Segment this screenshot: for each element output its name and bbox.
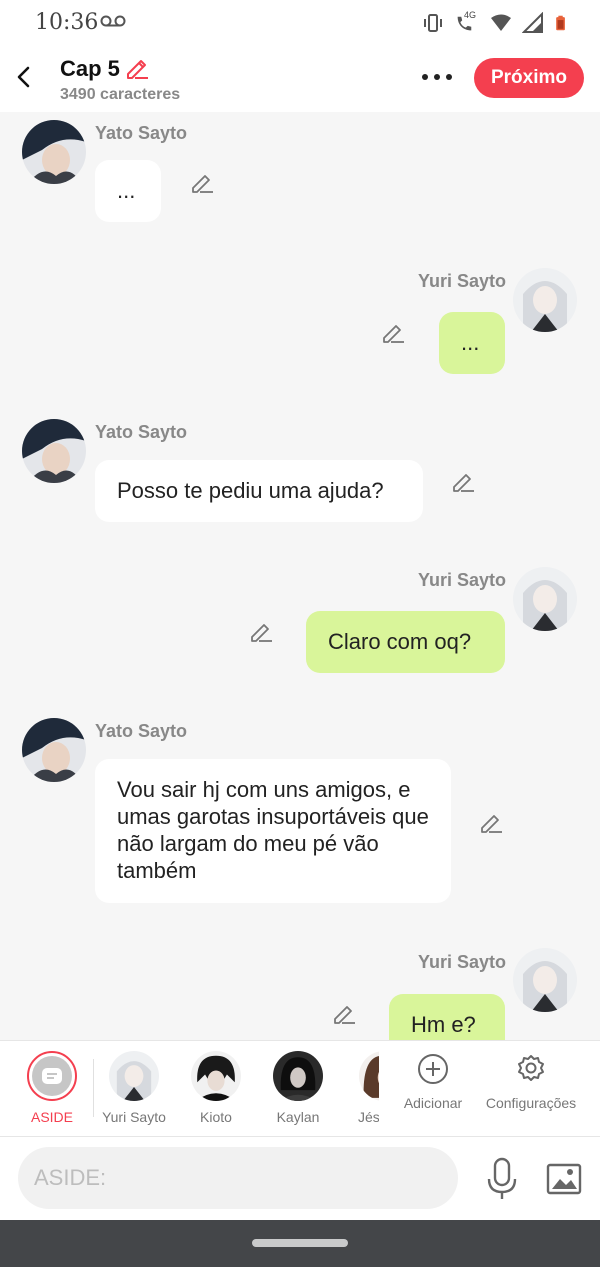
status-time: 10:36 — [35, 10, 99, 35]
edit-message-pencil-icon[interactable] — [189, 170, 215, 196]
character-yuri-sayto[interactable]: Yuri Sayto — [93, 1051, 175, 1125]
gear-icon — [518, 1055, 544, 1081]
status-bar: 10:36 4G — [0, 0, 600, 46]
character-label: Jés — [358, 1109, 379, 1125]
character-label: Yuri Sayto — [102, 1109, 166, 1125]
add-character-button[interactable]: Adicionar — [400, 1053, 466, 1111]
edit-message-pencil-icon[interactable] — [331, 1001, 357, 1027]
microphone-icon[interactable] — [484, 1157, 520, 1201]
edit-message-pencil-icon[interactable] — [248, 619, 274, 645]
system-navigation-bar — [0, 1220, 600, 1267]
aside-message-icon — [42, 1068, 62, 1084]
message-bubble[interactable]: Vou sair hj com uns amigos, e umas garot… — [95, 759, 451, 903]
back-icon[interactable] — [10, 62, 38, 92]
message-bubble[interactable]: Hm e? — [389, 994, 505, 1040]
character-jes[interactable]: Jés — [339, 1051, 379, 1125]
edit-message-pencil-icon[interactable] — [380, 320, 406, 346]
message-bubble[interactable]: Posso te pediu uma ajuda? — [95, 460, 423, 522]
network-type-label: 4G — [464, 10, 477, 20]
edit-message-pencil-icon[interactable] — [450, 469, 476, 495]
character-selector: ASIDE Yuri Sayto Kioto Kaylan Jés Adicio… — [0, 1040, 600, 1136]
sender-name: Yuri Sayto — [418, 271, 507, 291]
character-label: ASIDE — [30, 1109, 73, 1125]
avatar-yuri[interactable] — [513, 567, 577, 631]
volte-call-icon: 4G — [454, 10, 480, 34]
image-icon[interactable] — [546, 1161, 582, 1197]
avatar-yato[interactable] — [22, 718, 86, 782]
settings-button[interactable]: Configurações — [484, 1053, 578, 1111]
title-pencil-icon[interactable] — [124, 54, 150, 80]
message-input[interactable] — [18, 1147, 458, 1209]
avatar-yato[interactable] — [22, 120, 86, 184]
sender-name: Yato Sayto — [95, 123, 188, 143]
more-dots-icon[interactable] — [418, 64, 456, 90]
message-bubble[interactable]: Claro com oq? — [306, 611, 505, 673]
battery-icon — [556, 15, 565, 31]
message-bubble[interactable]: ... — [439, 312, 505, 374]
sender-name: Yuri Sayto — [418, 570, 507, 590]
avatar — [109, 1051, 159, 1101]
message-input-bar — [0, 1136, 600, 1220]
character-kaylan[interactable]: Kaylan — [257, 1051, 339, 1125]
avatar — [273, 1051, 323, 1101]
settings-label: Configurações — [485, 1095, 577, 1111]
chapter-title[interactable]: Cap 5 — [60, 56, 120, 82]
aside-avatar — [27, 1051, 77, 1101]
character-count: 3490 caracteres — [60, 86, 181, 103]
status-icons: 4G — [422, 10, 570, 34]
sender-name: Yuri Sayto — [418, 952, 507, 972]
character-aside[interactable]: ASIDE — [11, 1051, 93, 1125]
chat-area[interactable]: Yato Sayto ... Yuri Sayto ... Yato Sayto… — [0, 112, 600, 1040]
avatar-yuri[interactable] — [513, 268, 577, 332]
signal-icon — [522, 12, 543, 33]
add-label: Adicionar — [403, 1095, 463, 1111]
avatar — [359, 1051, 379, 1101]
voicemail-icon — [100, 15, 126, 27]
sender-name: Yato Sayto — [95, 422, 188, 442]
home-gesture-pill[interactable] — [252, 1239, 348, 1247]
vibrate-icon — [424, 14, 442, 32]
character-label: Kaylan — [276, 1109, 320, 1125]
edit-message-pencil-icon[interactable] — [478, 810, 504, 836]
sender-name: Yato Sayto — [95, 721, 188, 741]
next-button[interactable]: Próximo — [474, 58, 584, 98]
chapter-header: Cap 5 3490 caracteres Próximo — [0, 46, 600, 112]
avatar-yato[interactable] — [22, 419, 86, 483]
character-kioto[interactable]: Kioto — [175, 1051, 257, 1125]
message-bubble[interactable]: ... — [95, 160, 161, 222]
wifi-icon — [491, 14, 511, 31]
avatar — [191, 1051, 241, 1101]
character-label: Kioto — [200, 1109, 232, 1125]
plus-circle-icon — [418, 1054, 448, 1084]
avatar-yuri[interactable] — [513, 948, 577, 1012]
